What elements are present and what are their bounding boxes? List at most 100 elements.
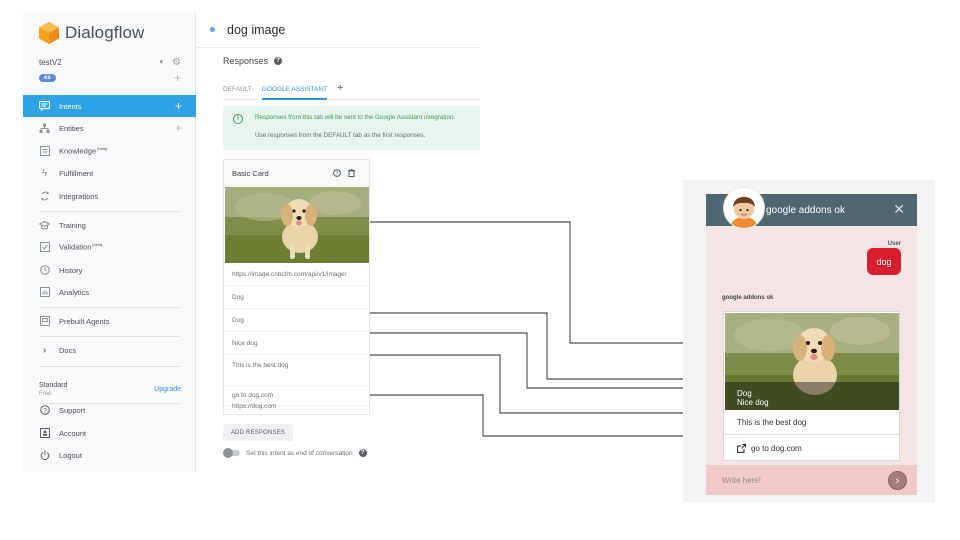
sidebar-item-knowledge[interactable]: Knowledge[beta] (23, 140, 196, 162)
divider (39, 336, 180, 337)
brand-name: Dialogflow (65, 23, 145, 42)
sidebar-item-account[interactable]: Account (23, 422, 196, 444)
card-header: Basic Card ? (224, 160, 369, 188)
tab-google-assistant[interactable]: GOOGLE ASSISTANT (261, 80, 328, 100)
chat-input-placeholder: Write here! (722, 475, 761, 485)
sidebar: Dialogflow testV2 ▾ ⚙ es + Intents + Ent… (23, 12, 196, 472)
card-subtitle-extra-field[interactable]: Nice dog (224, 332, 369, 355)
send-button[interactable]: › (888, 471, 907, 490)
card-title-field[interactable]: Dog (224, 286, 369, 309)
brand[interactable]: Dialogflow (39, 22, 144, 44)
chat-preview-panel: google addons ok ✕ User dog google addon… (683, 180, 935, 502)
chevron-down-icon[interactable]: ▾ (160, 58, 164, 66)
analytics-icon (39, 287, 50, 298)
checkbox-icon (39, 242, 50, 253)
info-text-primary: Responses from this tab will be sent to … (255, 114, 456, 121)
user-message-bubble: dog (867, 248, 901, 275)
nav-label: Entities (59, 123, 84, 133)
nav-label: Integrations (59, 191, 99, 201)
nav-label: Intents (59, 101, 82, 111)
card-title: Basic Card (232, 169, 269, 178)
intent-header: dog image (196, 12, 480, 48)
button-mapping-arrow (370, 394, 724, 439)
sidebar-item-intents[interactable]: Intents + (23, 95, 196, 117)
bot-card-link-button[interactable]: go to dog.com (725, 436, 899, 460)
gear-icon[interactable]: ⚙ (172, 57, 181, 68)
user-avatar-icon (724, 188, 764, 228)
divider (39, 366, 180, 367)
response-tabs: DEFAULT GOOGLE ASSISTANT + (223, 80, 480, 100)
chat-window: google addons ok ✕ User dog google addon… (706, 194, 917, 495)
close-icon[interactable]: ✕ (893, 201, 905, 218)
chat-header-title: google addons ok (766, 204, 845, 216)
chevron-right-icon: › (42, 344, 47, 356)
divider (39, 211, 180, 212)
beta-tag: [beta] (92, 242, 103, 248)
language-badge[interactable]: es (39, 74, 56, 82)
responses-label: Responses (223, 56, 269, 66)
help-circle-icon: ? (39, 405, 50, 416)
bot-label: google addons ok (722, 295, 774, 301)
text-mapping-arrow (370, 354, 724, 416)
agent-name: testV2 (39, 57, 62, 67)
plan-info: Standard Free Upgrade (39, 382, 181, 400)
svg-text:?: ? (43, 407, 47, 414)
bot-card-title: Dog (737, 389, 752, 398)
add-language-icon[interactable]: + (174, 72, 181, 84)
sidebar-item-entities[interactable]: Entities + (23, 117, 196, 139)
clock-icon (39, 265, 50, 276)
upgrade-link[interactable]: Upgrade (154, 386, 181, 393)
bot-card-text: This is the best dog (725, 411, 899, 435)
sidebar-item-history[interactable]: History (23, 259, 196, 281)
info-banner: i Responses from this tab will be sent t… (223, 106, 480, 150)
sidebar-item-prebuilt-agents[interactable]: Prebuilt Agents (23, 310, 196, 332)
image-url-field[interactable]: https://image.cnbcfm.com/api/v1/image/ (224, 263, 369, 286)
entities-icon (39, 123, 50, 134)
card-image-preview (225, 187, 369, 263)
help-icon[interactable]: ? (333, 168, 341, 179)
knowledge-icon (39, 146, 50, 157)
end-conversation-label: Set this intent as end of conversation (246, 449, 353, 457)
button-url-field[interactable]: https://dog.com (224, 396, 369, 416)
divider (39, 307, 180, 308)
end-conversation-toggle[interactable] (223, 448, 241, 458)
basic-card-editor: Basic Card ? https://image.cnbcfm.com/ap… (223, 159, 370, 415)
image-mapping-arrow (370, 221, 724, 346)
info-text-secondary: Use responses from the DEFAULT tab as th… (255, 132, 426, 139)
card-text-field[interactable]: This is the best dog (224, 355, 369, 386)
sidebar-item-analytics[interactable]: Analytics (23, 281, 196, 303)
add-intent-icon[interactable]: + (175, 99, 182, 113)
sidebar-item-training[interactable]: Training (23, 214, 196, 236)
sidebar-item-support[interactable]: ? Support (23, 399, 196, 421)
sidebar-item-integrations[interactable]: Integrations (23, 185, 196, 207)
bot-card-subtitle: Nice dog (737, 398, 769, 407)
add-entity-icon[interactable]: + (175, 121, 182, 135)
nav-label: Logout (59, 450, 82, 460)
info-icon: i (233, 114, 243, 124)
add-responses-button[interactable]: ADD RESPONSES (223, 424, 293, 441)
sidebar-item-fulfillment[interactable]: ϟ Fulfillment (23, 162, 196, 184)
nav-label: Prebuilt Agents (59, 316, 110, 326)
agent-selector[interactable]: testV2 ▾ ⚙ (39, 56, 181, 68)
sidebar-item-logout[interactable]: Logout (23, 444, 196, 466)
subtitle-mapping-arrow (370, 332, 724, 391)
bot-basic-card: Dog Nice dog This is the best dog go to … (723, 311, 900, 461)
intent-title[interactable]: dog image (227, 23, 285, 37)
add-tab-icon[interactable]: + (337, 80, 343, 94)
integrations-icon (39, 191, 50, 202)
trash-icon[interactable] (348, 168, 355, 179)
lightning-icon: ϟ (41, 167, 48, 179)
tab-default[interactable]: DEFAULT (223, 80, 252, 100)
help-icon[interactable]: ? (274, 57, 283, 65)
graduation-cap-icon (39, 220, 50, 231)
avatar (724, 188, 764, 228)
sidebar-item-docs[interactable]: › Docs (23, 339, 196, 361)
nav-label: Knowledge[beta] (59, 146, 108, 156)
sidebar-item-validation[interactable]: Validation[beta] (23, 236, 196, 258)
user-label: User (887, 241, 901, 247)
power-icon (39, 450, 50, 461)
chat-input-bar[interactable]: Write here! › (706, 465, 917, 495)
help-icon[interactable]: ? (358, 449, 367, 457)
card-subtitle-field[interactable]: Dog (224, 309, 369, 332)
nav-label: Fulfillment (59, 168, 94, 178)
